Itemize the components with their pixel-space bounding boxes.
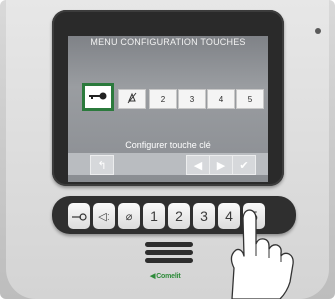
hw-bell-off-button[interactable]: ⌀ [118,203,140,229]
key-slot-mute[interactable] [118,89,146,109]
back-button[interactable]: ↰ [90,155,114,175]
hand-pointer-icon [230,209,294,299]
speaker-grille-line [145,250,193,255]
key-slot-3[interactable]: 3 [178,89,206,109]
key-slot-row: 2 3 4 5 [82,83,268,111]
key-icon [88,91,108,103]
menu-title: MENU CONFIGURATION TOUCHES [90,37,246,47]
bell-off-icon: ⌀ [125,210,133,223]
intercom-device: MENU CONFIGURATION TOUCHES 2 3 4 5 Confi… [0,0,335,299]
mute-icon [127,92,137,106]
hw-button-1[interactable]: 1 [143,203,165,229]
key-slot-5[interactable]: 5 [236,89,264,109]
brand-mark-icon: ◀ [150,273,156,280]
left-arrow-icon: ◀ [193,159,203,172]
speaker-grille-line [145,242,193,247]
status-led [315,28,321,34]
brand-logo: ◀Comelit [150,272,181,280]
check-icon: ✔ [239,159,249,172]
hw-button-2[interactable]: 2 [168,203,190,229]
info-line: Configurer touche clé [125,140,211,150]
hw-speaker-mute-button[interactable]: ◁ː [93,203,115,229]
display-screen: MENU CONFIGURATION TOUCHES 2 3 4 5 Confi… [68,36,268,182]
hw-key-button[interactable] [68,203,90,229]
key-icon [71,208,87,224]
nav-bar: ↰ ◀ ▶ ✔ [68,153,268,175]
confirm-button[interactable]: ✔ [232,155,256,175]
brand-name: Comelit [156,273,181,280]
right-arrow-button[interactable]: ▶ [209,155,233,175]
back-icon: ↰ [97,159,107,172]
key-slot-4[interactable]: 4 [207,89,235,109]
left-arrow-button[interactable]: ◀ [186,155,210,175]
key-slot-key[interactable] [82,83,114,111]
speaker-grille-line [145,258,193,263]
speaker-mute-icon: ◁ː [98,210,110,223]
key-slot-2[interactable]: 2 [149,89,177,109]
right-arrow-icon: ▶ [216,159,226,172]
